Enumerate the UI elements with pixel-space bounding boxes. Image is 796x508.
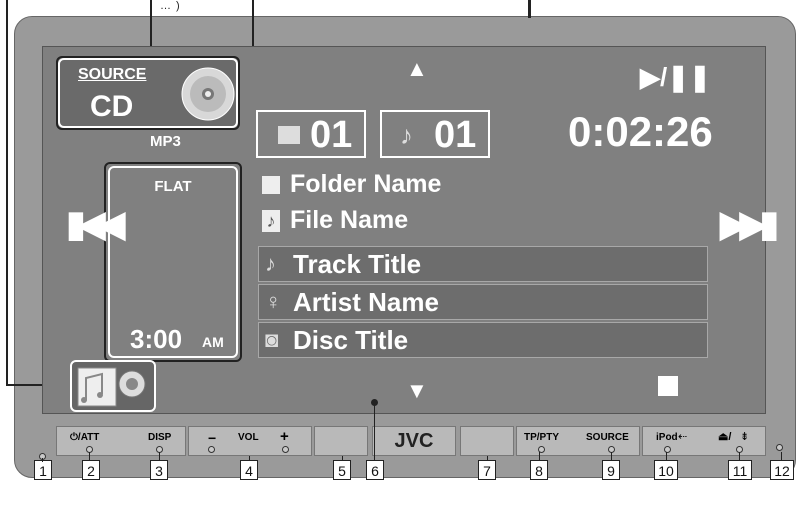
artist-name: Artist Name bbox=[293, 286, 439, 317]
next-track-icon[interactable]: ▶▶▮ bbox=[720, 203, 779, 245]
eq-box[interactable]: FLAT 3:00 AM bbox=[108, 166, 238, 358]
folder-name: Folder Name bbox=[290, 170, 442, 198]
callout-2: 2 bbox=[82, 460, 100, 480]
leader-line bbox=[666, 452, 667, 460]
leader-line bbox=[6, 0, 8, 386]
clock-time: 3:00 bbox=[130, 324, 183, 354]
menu-icon bbox=[77, 367, 146, 407]
leader-line bbox=[374, 402, 375, 460]
att-button[interactable]: ⏻/ATT bbox=[70, 432, 99, 443]
format-label: MP3 bbox=[150, 133, 181, 150]
eq-mode: FLAT bbox=[154, 178, 192, 195]
artist-name-bar[interactable]: ♀ Artist Name bbox=[258, 284, 708, 320]
reset-hole bbox=[776, 444, 783, 451]
source-label: SOURCE bbox=[78, 66, 147, 83]
callout-5: 5 bbox=[333, 460, 351, 480]
button-7[interactable] bbox=[460, 426, 514, 456]
source-button[interactable]: SOURCE bbox=[586, 432, 629, 443]
leader-line bbox=[42, 458, 43, 462]
note-icon: ♪ bbox=[400, 120, 413, 150]
folder-icon bbox=[262, 176, 280, 194]
ipod-button[interactable]: iPod bbox=[656, 432, 678, 443]
folder-number-box: 01 bbox=[256, 110, 366, 158]
note-icon: ♪ bbox=[265, 251, 276, 276]
source-box[interactable]: SOURCE CD bbox=[58, 58, 238, 128]
disc-title: Disc Title bbox=[293, 324, 409, 355]
clock-ampm: AM bbox=[202, 334, 224, 350]
disc-icon: ◙ bbox=[265, 327, 279, 352]
leader-dot bbox=[371, 399, 378, 406]
vol-minus-button[interactable]: − bbox=[208, 430, 216, 446]
disp-button[interactable]: DISP bbox=[148, 432, 171, 443]
disc-icon bbox=[181, 67, 235, 121]
leader-line bbox=[89, 452, 90, 460]
source-value: CD bbox=[90, 90, 134, 123]
led-indicator bbox=[208, 446, 215, 453]
folder-number: 01 bbox=[310, 114, 353, 156]
callout-11: 11 bbox=[728, 460, 752, 480]
folder-icon bbox=[278, 126, 300, 144]
leader-line bbox=[611, 452, 612, 460]
header-text: … ) bbox=[160, 0, 181, 12]
callout-10: 10 bbox=[654, 460, 678, 480]
eject-button[interactable]: ⏏/ bbox=[718, 430, 731, 443]
usb-eject-icon: ⇟ bbox=[740, 431, 750, 443]
callout-1: 1 bbox=[34, 460, 52, 480]
file-icon: ♪ bbox=[262, 210, 280, 232]
leader-line bbox=[342, 456, 343, 460]
callout-7: 7 bbox=[478, 460, 496, 480]
usb-icon: ⇠ bbox=[678, 431, 688, 443]
menu-button[interactable] bbox=[70, 360, 156, 412]
stop-icon[interactable] bbox=[658, 376, 678, 396]
track-number-box: ♪ 01 bbox=[380, 110, 490, 158]
callout-8: 8 bbox=[530, 460, 548, 480]
header-strip: … ) bbox=[0, 0, 796, 16]
leader-line bbox=[487, 456, 488, 460]
folder-up-icon[interactable]: ▲ bbox=[406, 56, 428, 82]
callout-12: 12 bbox=[770, 460, 794, 480]
button-5[interactable] bbox=[314, 426, 368, 456]
callout-6: 6 bbox=[366, 460, 384, 480]
leader-line bbox=[539, 452, 540, 460]
leader-line bbox=[528, 0, 531, 18]
track-title-bar[interactable]: ♪ Track Title bbox=[258, 246, 708, 282]
prev-track-icon[interactable]: ▮◀◀ bbox=[66, 203, 125, 245]
brand-logo: JVC bbox=[372, 426, 456, 456]
leader-line bbox=[249, 456, 250, 460]
play-pause-icon[interactable]: ▶/❚❚ bbox=[640, 62, 711, 93]
tp-pty-button[interactable]: TP/PTY bbox=[524, 432, 559, 443]
track-number: 01 bbox=[434, 114, 477, 156]
track-title: Track Title bbox=[293, 248, 422, 279]
callout-9: 9 bbox=[602, 460, 620, 480]
disc-title-bar[interactable]: ◙ Disc Title bbox=[258, 322, 708, 358]
leader-line bbox=[159, 452, 160, 460]
vol-plus-button[interactable]: + bbox=[280, 428, 289, 445]
elapsed-time: 0:02:26 bbox=[568, 108, 713, 155]
led-indicator bbox=[282, 446, 289, 453]
folder-down-icon[interactable]: ▼ bbox=[406, 378, 428, 404]
callout-4: 4 bbox=[240, 460, 258, 480]
leader-line bbox=[781, 452, 782, 460]
callout-3: 3 bbox=[150, 460, 168, 480]
artist-icon: ♀ bbox=[265, 289, 282, 314]
file-name: File Name bbox=[290, 206, 409, 234]
leader-line bbox=[739, 452, 740, 460]
vol-label: VOL bbox=[238, 432, 259, 443]
